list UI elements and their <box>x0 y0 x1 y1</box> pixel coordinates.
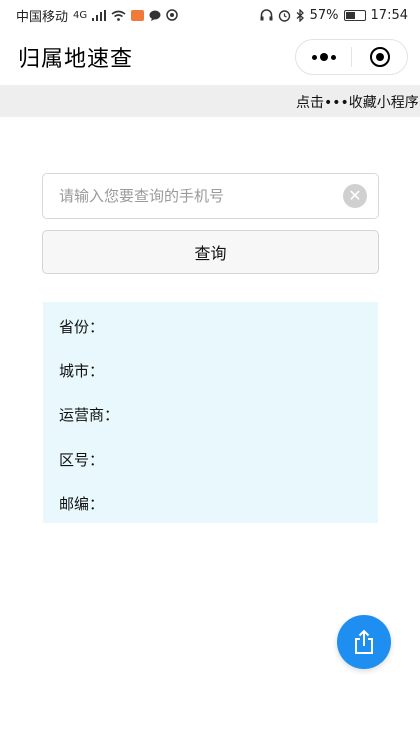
status-left: 中国移动 4G <box>16 6 178 25</box>
city-label: 城市： <box>59 362 105 380</box>
clear-icon[interactable]: ✕ <box>343 184 367 208</box>
battery-icon <box>343 9 366 21</box>
query-button[interactable]: 查询 <box>42 230 379 274</box>
page-title: 归属地速查 <box>18 47 134 72</box>
settings-circle-icon <box>166 9 178 21</box>
share-icon <box>355 629 373 654</box>
postcode-label: 邮编： <box>59 495 105 513</box>
bluetooth-icon <box>296 8 304 22</box>
carrier-name: 中国移动 <box>16 9 69 25</box>
more-dots-icon <box>311 53 336 61</box>
clock: 17:54 <box>370 7 408 23</box>
mini-program-capsule <box>295 39 408 75</box>
chat-icon <box>149 10 161 21</box>
more-menu-button[interactable] <box>296 40 351 74</box>
target-icon <box>369 47 390 67</box>
status-right: 57% 17:54 <box>260 8 408 23</box>
collect-banner: 点击•••收藏小程序 <box>0 85 420 117</box>
phone-search-box: ✕ <box>42 173 379 219</box>
status-bar: 中国移动 4G 57% 17:54 <box>0 0 420 30</box>
banner-text: 点击•••收藏小程序 <box>296 95 419 111</box>
wifi-icon <box>111 10 126 21</box>
carrier-label: 运营商： <box>59 406 120 424</box>
nav-bar: 归属地速查 <box>0 30 420 84</box>
alarm-icon <box>278 9 290 22</box>
signal-icon <box>92 9 107 21</box>
headphones-icon <box>260 9 273 21</box>
province-label: 省份： <box>59 318 105 336</box>
result-panel: 省份： 城市： 运营商： 区号： 邮编： <box>43 302 378 523</box>
area-code-label: 区号： <box>59 451 105 469</box>
share-button[interactable] <box>337 615 391 669</box>
app-notification-icon <box>131 9 145 21</box>
app-screen: 中国移动 4G 57% 17:54 归属地速查 点击•••收藏小程序 请输入您要… <box>0 0 420 747</box>
battery-percent: 57% <box>309 7 339 23</box>
close-mini-program-button[interactable] <box>352 40 407 74</box>
phone-number-input[interactable] <box>43 187 343 205</box>
network-type: 4G <box>73 9 88 21</box>
